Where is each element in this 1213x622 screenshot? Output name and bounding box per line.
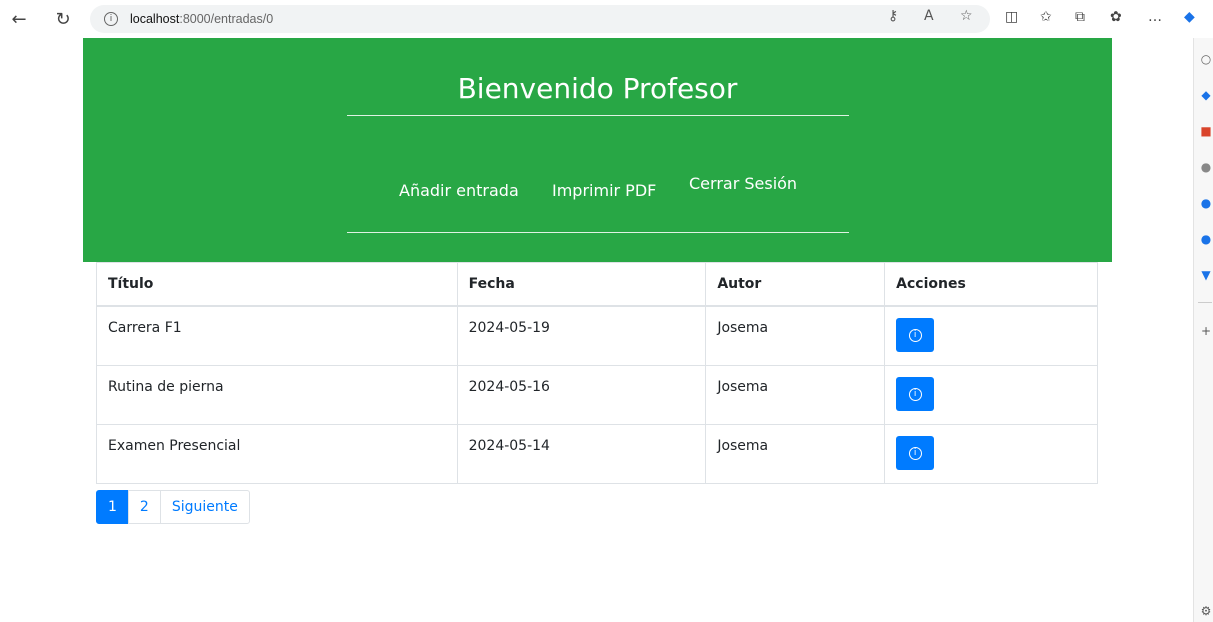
games-icon[interactable]: ● [1199,196,1213,210]
browser-toolbar: ← ↻ i localhost:8000/entradas/0 ⚷ A ☆ ◫ … [0,0,1213,38]
site-info-icon[interactable]: i [104,12,118,26]
page-header: Bienvenido Profesor Añadir entrada Impri… [83,38,1112,262]
column-header-titulo: Título [96,262,458,307]
cell-titulo: Carrera F1 [96,305,458,366]
cell-fecha: 2024-05-19 [456,305,707,366]
page-title: Bienvenido Profesor [457,72,738,105]
back-icon[interactable]: ← [8,8,30,30]
cell-acciones: i [884,424,1098,484]
address-bar[interactable]: i localhost:8000/entradas/0 [90,5,990,33]
table-row: Examen Presencial 2024-05-14 Josema i [96,424,1098,484]
read-aloud-icon[interactable]: A [924,8,934,24]
entries-table: Título Fecha Autor Acciones Carrera F1 2… [96,262,1098,484]
header-divider-bottom [347,232,849,233]
cell-titulo: Rutina de pierna [96,365,458,425]
url-path: :8000/entradas/0 [179,12,274,26]
cell-acciones: i [884,305,1098,366]
side-panel: ○ ◆ ■ ● ● ● ▼ + ⚙ [1193,38,1213,622]
column-header-acciones: Acciones [884,262,1098,307]
copilot-icon[interactable]: ◆ [1184,9,1195,25]
extensions-icon[interactable]: ✿ [1110,9,1122,25]
more-menu-icon[interactable]: … [1148,9,1162,25]
table-header-row: Título Fecha Autor Acciones [96,262,1098,307]
column-header-autor: Autor [705,262,886,307]
info-icon: i [908,387,922,401]
search-icon[interactable]: ○ [1199,52,1213,66]
info-icon: i [908,328,922,342]
outlook-icon[interactable]: ● [1199,232,1213,246]
page-link-1[interactable]: 1 [96,490,129,524]
url-host: localhost [130,12,180,26]
next-page-link[interactable]: Siguiente [159,490,250,524]
copilot-side-icon[interactable]: ◆ [1199,88,1213,102]
logout-link[interactable]: Cerrar Sesión [689,174,797,193]
info-button[interactable]: i [896,377,935,411]
cell-titulo: Examen Presencial [96,424,458,484]
table-row: Carrera F1 2024-05-19 Josema i [96,305,1098,366]
cell-fecha: 2024-05-16 [456,365,707,425]
cell-fecha: 2024-05-14 [456,424,707,484]
cell-autor: Josema [705,424,886,484]
info-button[interactable]: i [896,436,935,470]
split-screen-icon[interactable]: ◫ [1005,9,1018,25]
header-divider-top [347,115,849,116]
favorite-star-icon[interactable]: ☆ [960,8,973,24]
collections-icon[interactable]: ⧉ [1075,9,1085,25]
print-pdf-link[interactable]: Imprimir PDF [552,181,656,200]
table-row: Rutina de pierna 2024-05-16 Josema i [96,365,1098,425]
person-icon[interactable]: ● [1199,160,1213,174]
favorites-icon[interactable]: ✩ [1040,9,1052,25]
side-separator [1198,302,1212,303]
add-icon[interactable]: + [1199,324,1213,338]
key-icon[interactable]: ⚷ [888,8,898,24]
page-link-2[interactable]: 2 [127,490,161,524]
header-nav: Añadir entrada Imprimir PDF Cerrar Sesió… [83,174,1112,216]
column-header-fecha: Fecha [456,262,707,307]
pagination: 1 2 Siguiente [96,490,250,524]
info-icon: i [908,446,922,460]
drop-icon[interactable]: ▼ [1199,268,1213,282]
settings-gear-icon[interactable]: ⚙ [1199,604,1213,618]
info-button[interactable]: i [896,318,935,352]
shopping-icon[interactable]: ■ [1199,124,1213,138]
add-entry-link[interactable]: Añadir entrada [399,181,519,200]
cell-autor: Josema [705,365,886,425]
cell-acciones: i [884,365,1098,425]
cell-autor: Josema [705,305,886,366]
refresh-icon[interactable]: ↻ [52,8,74,30]
